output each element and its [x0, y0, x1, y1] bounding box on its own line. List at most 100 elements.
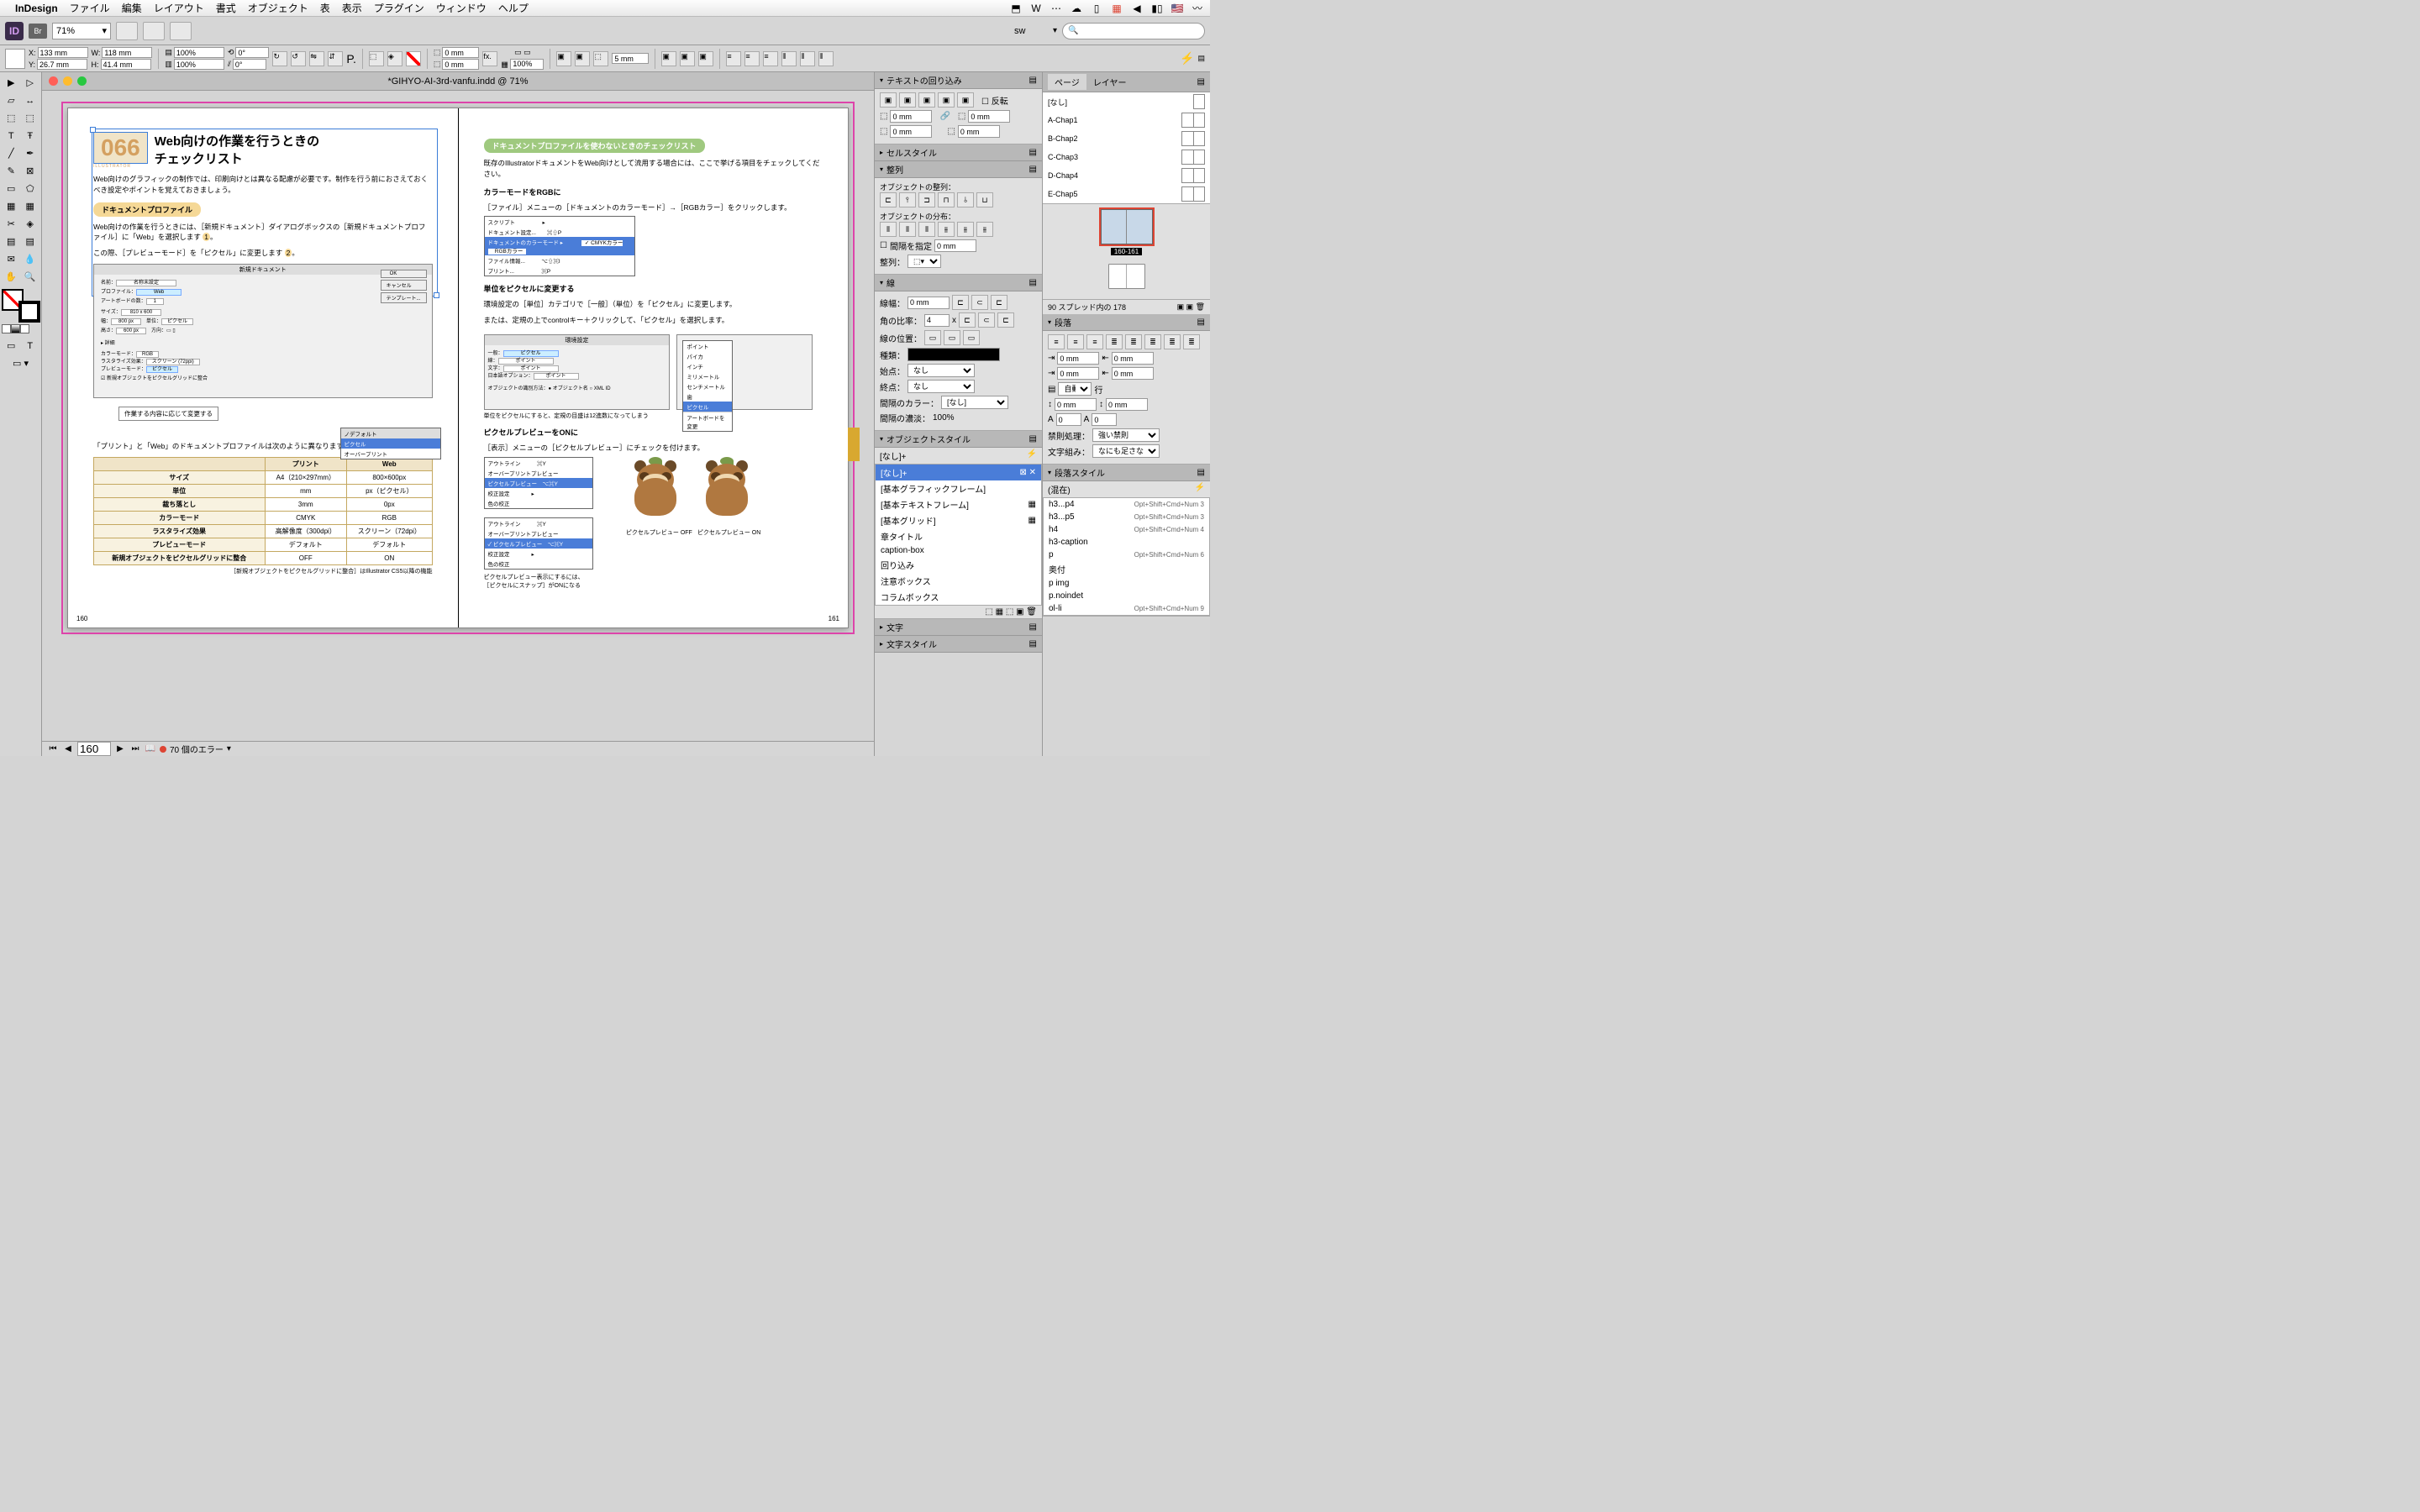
align-button[interactable]: ≡: [726, 51, 741, 66]
right-indent-input[interactable]: [1112, 352, 1154, 365]
para-panel-title[interactable]: ▾段落▤: [1043, 314, 1210, 331]
rectangle-tool[interactable]: ▭: [2, 180, 21, 197]
flip-v-button[interactable]: ⇵: [328, 51, 343, 66]
away-spine-button[interactable]: ≣: [1183, 334, 1200, 349]
master-item[interactable]: D-Chap4: [1043, 166, 1210, 185]
wrap-jump-button[interactable]: ▣: [938, 92, 955, 108]
effects-button[interactable]: fx.: [482, 51, 497, 66]
dropcap-chars-input[interactable]: [1092, 413, 1117, 426]
app-name[interactable]: InDesign: [15, 3, 58, 14]
parastyle-item[interactable]: 奥付: [1044, 561, 1209, 577]
zoom-tool[interactable]: 🔍: [21, 268, 40, 286]
wrap-jumpnext-button[interactable]: ▣: [957, 92, 974, 108]
page-thumbs[interactable]: 160-161: [1043, 204, 1210, 299]
view-options-button[interactable]: [116, 22, 138, 40]
objstyle-item[interactable]: 回り込み: [876, 557, 1041, 573]
scissors-tool[interactable]: ✂: [2, 215, 21, 233]
wrap-bottom-input[interactable]: [890, 125, 932, 138]
menu-object[interactable]: オブジェクト: [248, 1, 308, 15]
menu-table[interactable]: 表: [320, 1, 330, 15]
first-page-button[interactable]: ⏮: [47, 743, 59, 755]
kinsoku-select[interactable]: 強い禁則: [1092, 428, 1160, 442]
fit-button[interactable]: ▣: [661, 51, 676, 66]
objstyle-item[interactable]: [基本グリッド]▦: [876, 512, 1041, 528]
charstyle-panel-title[interactable]: ▸文字スタイル▤: [875, 636, 1042, 653]
align-panel-title[interactable]: ▾整列▤: [875, 161, 1042, 178]
status-icon[interactable]: ⬒: [1010, 3, 1022, 14]
screen-mode-button[interactable]: [143, 22, 165, 40]
zoom-window-button[interactable]: [77, 76, 87, 86]
polygon-tool[interactable]: ⬠: [21, 180, 40, 197]
align-vcenter-button[interactable]: ⫰: [957, 192, 974, 207]
last-page-button[interactable]: ⏭: [129, 743, 141, 755]
free-transform-tool[interactable]: ◈: [21, 215, 40, 233]
error-count[interactable]: 70 個のエラー: [170, 743, 224, 755]
grid-tool[interactable]: ▦: [21, 197, 40, 215]
note-tool[interactable]: ✉: [2, 250, 21, 268]
y-input[interactable]: [37, 59, 87, 70]
align-to-select[interactable]: ⬚▾: [908, 255, 941, 268]
flip-h-button[interactable]: ⇋: [309, 51, 324, 66]
parastyle-item[interactable]: pOpt+Shift+Cmd+Num 6: [1044, 549, 1209, 561]
bridge-button[interactable]: Br: [29, 24, 47, 39]
shear-input[interactable]: [233, 59, 266, 70]
canvas[interactable]: 066 ILLUSTRATOR Web向けの作業を行うときの チェックリスト W…: [42, 91, 874, 741]
h-input[interactable]: [101, 59, 151, 70]
master-item[interactable]: E-Chap5: [1043, 185, 1210, 203]
stroke-panel-title[interactable]: ▾線▤: [875, 275, 1042, 291]
textwrap-icon[interactable]: ▣: [575, 51, 590, 66]
space-before-input[interactable]: [1055, 398, 1097, 411]
cap-round-button[interactable]: ⊂: [971, 295, 988, 310]
normal-mode-button[interactable]: ▭: [2, 337, 21, 354]
panel-menu-icon[interactable]: ▤: [1197, 54, 1205, 63]
objstyle-item[interactable]: コラムボックス: [876, 589, 1041, 605]
workspace-switcher[interactable]: sw: [1014, 26, 1048, 36]
eyedropper-tool[interactable]: 💧: [21, 250, 40, 268]
reference-point[interactable]: [5, 49, 25, 69]
objstyle-item[interactable]: caption-box: [876, 544, 1041, 557]
grid-select[interactable]: 自動: [1058, 382, 1092, 396]
justify-left-button[interactable]: ≣: [1106, 334, 1123, 349]
document-tab[interactable]: *GIHYO-AI-3rd-vanfu.indd @ 71%: [42, 72, 874, 91]
pen-tool[interactable]: ✒: [21, 144, 40, 162]
rectangle-frame-tool[interactable]: ⊠: [21, 162, 40, 180]
type-on-path-tool[interactable]: Ŧ: [21, 127, 40, 144]
menu-type[interactable]: 書式: [216, 1, 236, 15]
arrange-button[interactable]: [170, 22, 192, 40]
parastyle-panel-title[interactable]: ▾段落スタイル▤: [1043, 465, 1210, 481]
menu-file[interactable]: ファイル: [70, 1, 110, 15]
fill-none-icon[interactable]: [406, 51, 421, 66]
zoom-level[interactable]: 71%▾: [52, 23, 111, 39]
selection-tool[interactable]: ▶: [2, 74, 21, 92]
last-indent-input[interactable]: [1112, 367, 1154, 380]
stroke-end-select[interactable]: なし: [908, 380, 975, 393]
justify-all-button[interactable]: ≣: [1164, 334, 1181, 349]
dist-bottom-button[interactable]: ⫴: [918, 222, 935, 237]
battery-icon[interactable]: ▮▯: [1151, 3, 1163, 14]
prev-page-button[interactable]: ◀: [62, 743, 74, 755]
align-right-button[interactable]: ⊐: [918, 192, 935, 207]
objstyle-item[interactable]: [基本テキストフレーム]▦: [876, 496, 1041, 512]
calendar-icon[interactable]: ▦: [1111, 3, 1123, 14]
parastyle-item[interactable]: p.noindet: [1044, 590, 1209, 602]
wrap-none-button[interactable]: ▣: [880, 92, 897, 108]
spacing-input[interactable]: [934, 239, 976, 252]
dropcap-lines-input[interactable]: [1056, 413, 1081, 426]
dist-top-button[interactable]: ⫴: [880, 222, 897, 237]
menu-plugin[interactable]: プラグイン: [374, 1, 424, 15]
char-panel-title[interactable]: ▸文字▤: [875, 619, 1042, 636]
objstyle-item[interactable]: [なし]+⊠ ✕: [876, 465, 1041, 480]
gap-tool[interactable]: ↔: [21, 92, 40, 109]
dist-vcenter-button[interactable]: ⫴: [899, 222, 916, 237]
open-button[interactable]: 📖: [145, 743, 156, 755]
lightning-icon[interactable]: ⚡: [1180, 51, 1194, 66]
select-container-button[interactable]: ⬚: [369, 51, 384, 66]
status-icon[interactable]: 〰: [1192, 3, 1203, 14]
menu-view[interactable]: 表示: [342, 1, 362, 15]
rotate-input[interactable]: [235, 47, 269, 58]
stroke-weight-input[interactable]: [908, 297, 950, 309]
opacity-input[interactable]: [510, 59, 544, 70]
align-stroke-center-button[interactable]: ▭: [924, 330, 941, 345]
rotate-cw-button[interactable]: ↻: [272, 51, 287, 66]
page-input[interactable]: [77, 742, 111, 756]
